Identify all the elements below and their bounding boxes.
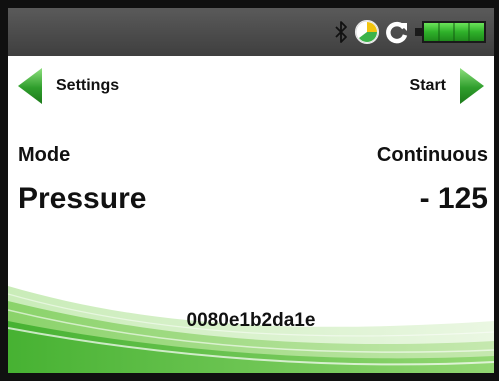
status-bar: [8, 8, 494, 56]
pie-clock-icon: [353, 8, 381, 56]
arrow-right-icon: [460, 68, 484, 104]
start-label: Start: [409, 77, 446, 94]
start-nav-button[interactable]: Start: [410, 64, 486, 108]
pressure-label: Pressure: [18, 182, 147, 215]
mode-label: Mode: [18, 144, 71, 166]
refresh-icon: [384, 8, 410, 56]
settings-nav-button[interactable]: Settings: [16, 64, 119, 108]
settings-label: Settings: [56, 77, 120, 94]
device-frame: Settings Start Mode Continuous Pressure …: [0, 0, 499, 381]
device-id: 0080e1b2da1e: [186, 310, 316, 331]
battery-icon: [412, 8, 490, 56]
bluetooth-icon: [331, 8, 351, 56]
arrow-left-icon: [18, 68, 42, 104]
mode-value: Continuous: [376, 144, 488, 166]
pressure-value: - 125: [419, 182, 488, 215]
screen: Settings Start Mode Continuous Pressure …: [8, 8, 494, 373]
